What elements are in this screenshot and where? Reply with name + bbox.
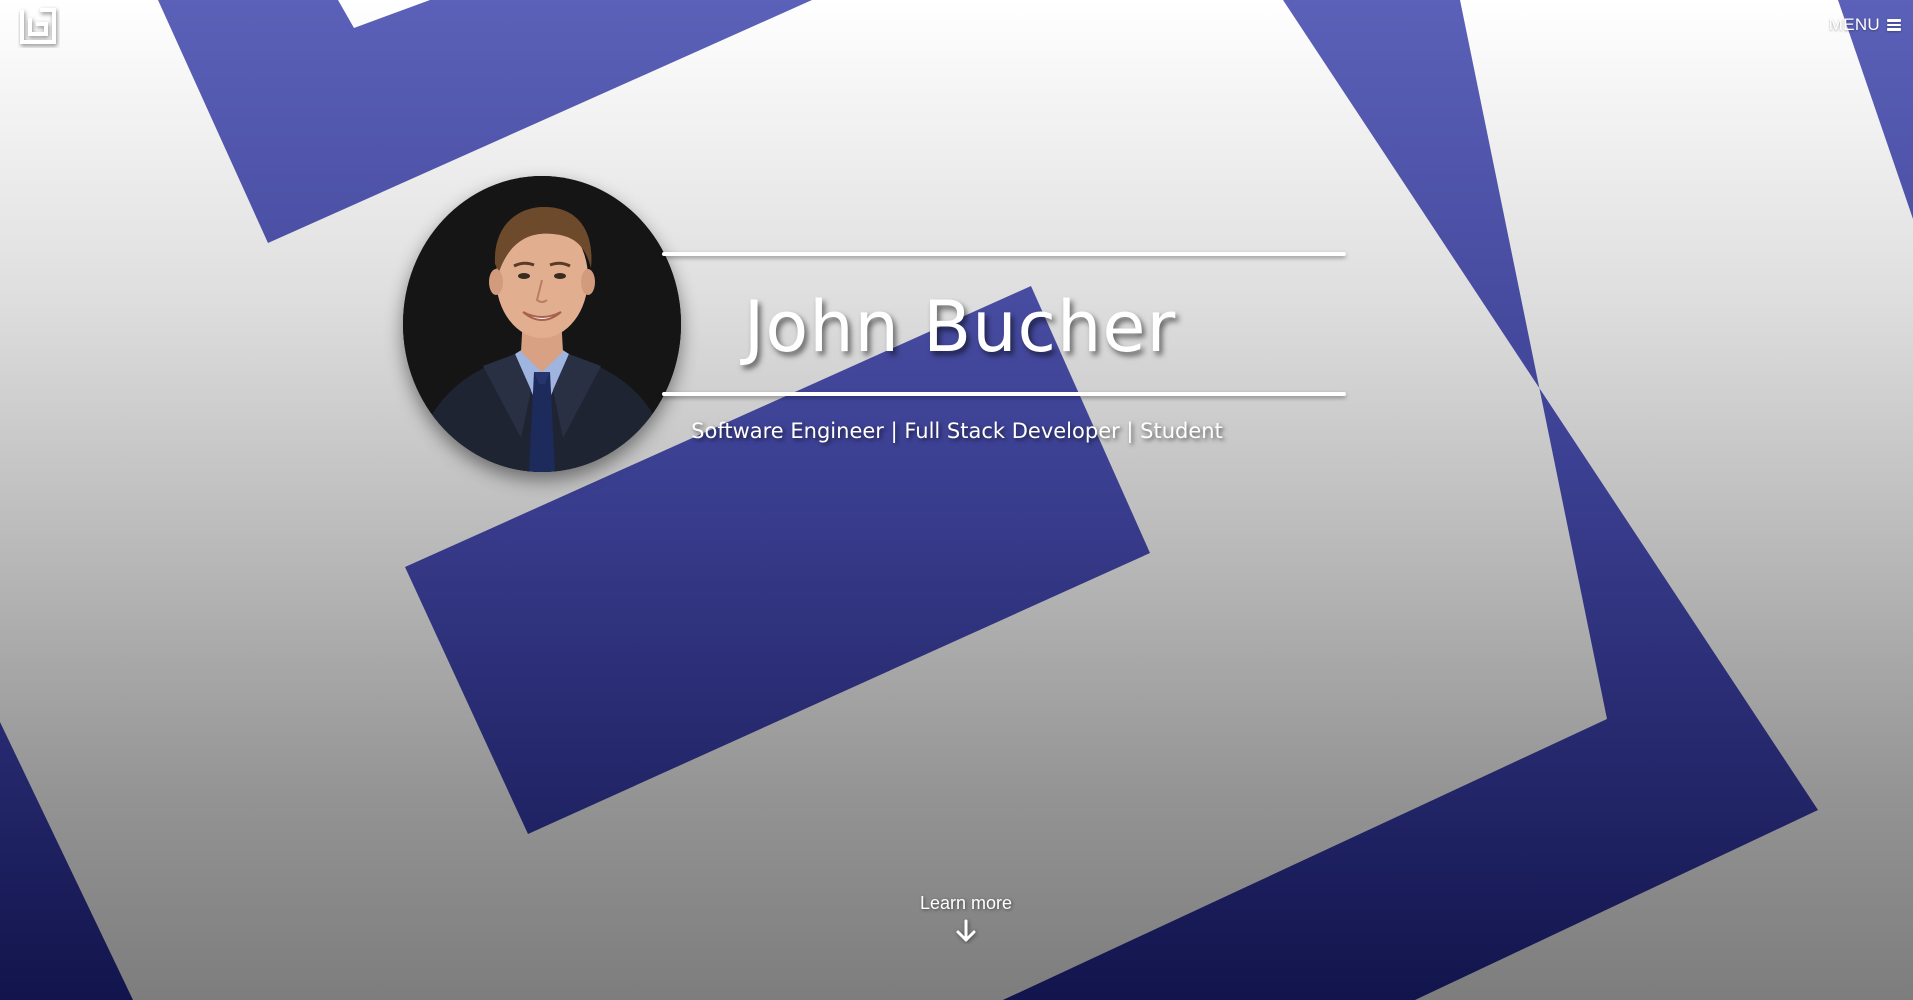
background-geometric-pattern: [0, 0, 1913, 1000]
page-subtitle: Software Engineer | Full Stack Developer…: [691, 419, 1223, 443]
profile-portrait-illustration: [403, 176, 681, 472]
title-rule-top: [662, 252, 1346, 256]
background-band-bottom-left: [0, 722, 133, 1000]
site-logo[interactable]: [18, 6, 60, 48]
bracket-b-logo-icon: [20, 8, 56, 44]
arrow-down-icon: [956, 919, 976, 942]
profile-photo: [403, 176, 681, 472]
learn-more-link[interactable]: Learn more: [896, 890, 1036, 944]
menu-label: MENU: [1828, 15, 1880, 34]
background-band-right-lower: [1003, 719, 1818, 1000]
learn-more-label: Learn more: [919, 893, 1013, 913]
menu-button[interactable]: MENU: [1829, 14, 1901, 36]
page-title: John Bucher: [743, 286, 1177, 368]
hamburger-menu-icon: [1887, 19, 1901, 31]
title-rule-bottom: [662, 392, 1346, 396]
hero-section: MENU John Bucher Software Engineer | Ful…: [0, 0, 1913, 1000]
